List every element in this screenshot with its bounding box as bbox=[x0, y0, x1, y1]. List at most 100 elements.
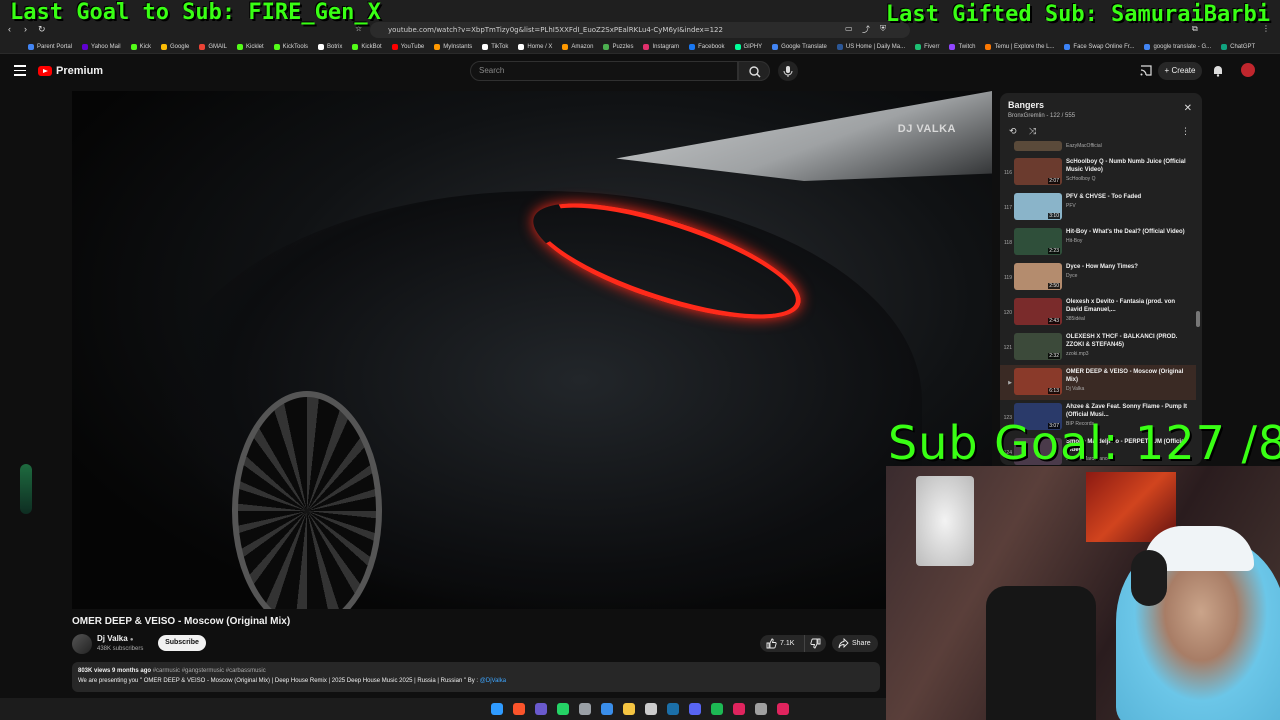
create-button[interactable]: + Create bbox=[1158, 62, 1202, 80]
bookmark-item[interactable]: Puzzles bbox=[603, 43, 634, 50]
playlist-panel: Bangers BronxGremlin - 122 / 555 ✕ ⟲ ⤨ ⋮… bbox=[1000, 93, 1202, 465]
settings-icon[interactable] bbox=[579, 703, 591, 715]
bookmark-item[interactable]: Kicklet bbox=[236, 43, 264, 50]
bookmark-item[interactable]: Face Swap Online Fr... bbox=[1064, 43, 1134, 50]
more-options-icon[interactable]: ⋮ bbox=[1181, 126, 1190, 137]
playlist-item-title: OLEXESH X THCF - BALKANCI (PROD. ZZOKI &… bbox=[1066, 334, 1178, 348]
playlist-title[interactable]: Bangers bbox=[1008, 100, 1044, 110]
dislike-button[interactable] bbox=[804, 635, 826, 652]
playlist-item[interactable]: 118 2:23 Hit-Boy - What's the Deal? (Offic… bbox=[1000, 225, 1196, 260]
bookmark-item[interactable]: ChatGPT bbox=[1221, 43, 1255, 50]
bookmark-item[interactable]: Botrix bbox=[318, 43, 343, 50]
channel-name[interactable]: Dj Valka ● bbox=[97, 634, 134, 643]
bookmark-item[interactable]: TikTok bbox=[482, 43, 508, 50]
bookmark-item[interactable]: KickBot bbox=[352, 43, 382, 50]
bookmark-item[interactable]: Home / X bbox=[518, 43, 552, 50]
playlist-item[interactable]: 121 2:32 OLEXESH X THCF - BALKANCI (PROD. … bbox=[1000, 330, 1196, 365]
map-pin-icon[interactable] bbox=[777, 703, 789, 715]
bookmark-item[interactable]: Temu | Explore the L... bbox=[985, 43, 1054, 50]
share-button[interactable]: Share bbox=[832, 635, 878, 652]
bookmark-item[interactable]: Amazon bbox=[562, 43, 593, 50]
bookmark-item[interactable]: Fiverr bbox=[915, 43, 939, 50]
playlist-item-duration: 6:13 bbox=[1048, 388, 1060, 394]
bookmark-item[interactable]: Kick bbox=[130, 43, 151, 50]
bookmark-favicon-icon bbox=[985, 43, 992, 50]
shuffle-icon[interactable]: ⤨ bbox=[1029, 126, 1036, 137]
close-icon[interactable]: ✕ bbox=[1184, 103, 1192, 114]
cast-icon[interactable] bbox=[1140, 65, 1152, 76]
bookmark-item[interactable]: Twitch bbox=[949, 43, 975, 50]
bookmark-favicon-icon bbox=[236, 43, 243, 50]
bookmark-item[interactable]: KickTools bbox=[273, 43, 308, 50]
bookmark-favicon-icon bbox=[643, 43, 650, 50]
share-page-icon[interactable]: ⤴ bbox=[862, 24, 870, 35]
playlist-item[interactable]: 117 3:10 PFV & CHVSE - Too Faded PFV bbox=[1000, 190, 1196, 225]
bookmark-label: Puzzles bbox=[612, 43, 634, 50]
video-player[interactable]: DJ VALKA bbox=[72, 91, 992, 609]
youtube-logo[interactable]: Premium bbox=[38, 65, 103, 77]
bookmark-item[interactable]: Instagram bbox=[643, 43, 680, 50]
bookmark-item[interactable]: Yahoo Mail bbox=[82, 43, 121, 50]
playlist-item-thumbnail: 2:50 bbox=[1014, 263, 1062, 290]
discord-icon[interactable] bbox=[689, 703, 701, 715]
user-avatar[interactable] bbox=[1241, 63, 1255, 77]
share-arrow-icon bbox=[838, 638, 849, 649]
playlist-item[interactable]: 120 2:43 Olexesh x Devito - Fantasia (prod… bbox=[1000, 295, 1196, 330]
channel-mention-link[interactable]: @DjValka bbox=[480, 678, 506, 684]
bookmark-label: Instagram bbox=[652, 43, 680, 50]
bookmark-item[interactable]: GMAIL bbox=[199, 43, 227, 50]
search-button[interactable] bbox=[738, 61, 770, 81]
bookmark-label: YouTube bbox=[400, 43, 425, 50]
bookmark-item[interactable]: Parent Portal bbox=[28, 43, 72, 50]
voice-search-button[interactable] bbox=[778, 61, 798, 81]
playlist-item-channel: Hit-Boy bbox=[1066, 238, 1083, 244]
playlist-item-title: Hit-Boy - What's the Deal? (Official Vid… bbox=[1066, 229, 1185, 235]
bookmark-item[interactable]: GIPHY bbox=[734, 43, 762, 50]
pin-icon[interactable] bbox=[733, 703, 745, 715]
chrome-icon[interactable] bbox=[755, 703, 767, 715]
bookmark-item[interactable]: google translate - G... bbox=[1144, 43, 1211, 50]
bookmark-item[interactable]: Facebook bbox=[689, 43, 725, 50]
back-icon[interactable]: ‹ bbox=[8, 24, 11, 34]
bookmark-item[interactable]: YouTube bbox=[391, 43, 425, 50]
brave-browser-icon[interactable] bbox=[513, 703, 525, 715]
playlist-item-thumbnail: 2:43 bbox=[1014, 298, 1062, 325]
gear-icon[interactable] bbox=[645, 703, 657, 715]
whatsapp-icon[interactable] bbox=[557, 703, 569, 715]
description-hashtags[interactable]: #carmusic #gangstermusic #carbassmusic bbox=[153, 668, 266, 674]
description-box[interactable]: 803K views 9 months ago #carmusic #gangs… bbox=[72, 662, 880, 692]
forward-icon[interactable]: › bbox=[24, 24, 27, 34]
menu-icon[interactable] bbox=[14, 65, 26, 76]
reload-icon[interactable]: ↻ bbox=[38, 24, 46, 35]
bookmark-star-icon[interactable]: ☆ bbox=[355, 24, 362, 33]
address-bar[interactable]: youtube.com/watch?v=XbpTmTizy0g&list=PLh… bbox=[370, 22, 910, 38]
playlist-item[interactable]: EazyMacOfficial bbox=[1000, 141, 1196, 155]
playlist-item[interactable]: 116 2:07 ScHoolboy Q - Numb Numb Juice (Of… bbox=[1000, 155, 1196, 190]
search-input[interactable]: Search bbox=[470, 61, 738, 81]
thumbs-up-icon bbox=[766, 638, 777, 649]
notifications-bell-icon[interactable] bbox=[1212, 64, 1224, 77]
playlist-item[interactable]: 119 2:50 Dyce - How Many Times? Dyce bbox=[1000, 260, 1196, 295]
like-button[interactable]: 7.1K bbox=[760, 635, 804, 652]
bookmark-item[interactable]: MyInstants bbox=[434, 43, 472, 50]
last-gifted-overlay: Last Gifted Sub: SamuraiBarbi bbox=[885, 2, 1270, 27]
file-explorer-icon[interactable] bbox=[623, 703, 635, 715]
bookmark-item[interactable]: Google Translate bbox=[772, 43, 827, 50]
bookmark-item[interactable]: Google bbox=[160, 43, 189, 50]
bookmark-label: Botrix bbox=[327, 43, 343, 50]
webcam-feed bbox=[886, 466, 1280, 720]
bookmark-item[interactable]: US Home | Daily Ma... bbox=[836, 43, 905, 50]
channel-avatar[interactable] bbox=[72, 634, 92, 654]
premium-label: Premium bbox=[56, 65, 104, 77]
windows-start-icon[interactable] bbox=[491, 703, 503, 715]
obs-icon[interactable] bbox=[535, 703, 547, 715]
playlist-item[interactable]: ▶ 6:13 OMER DEEP & VEISO - Moscow (Origina… bbox=[1000, 365, 1196, 400]
thumbs-down-icon bbox=[810, 638, 821, 649]
subscribe-button[interactable]: Subscribe bbox=[158, 635, 206, 651]
photos-icon[interactable] bbox=[601, 703, 613, 715]
screenshot-icon[interactable]: ▭ bbox=[845, 24, 853, 33]
spotify-icon[interactable] bbox=[711, 703, 723, 715]
playlist-scrollbar[interactable] bbox=[1196, 311, 1200, 327]
steam-icon[interactable] bbox=[667, 703, 679, 715]
loop-icon[interactable]: ⟲ bbox=[1009, 126, 1017, 137]
